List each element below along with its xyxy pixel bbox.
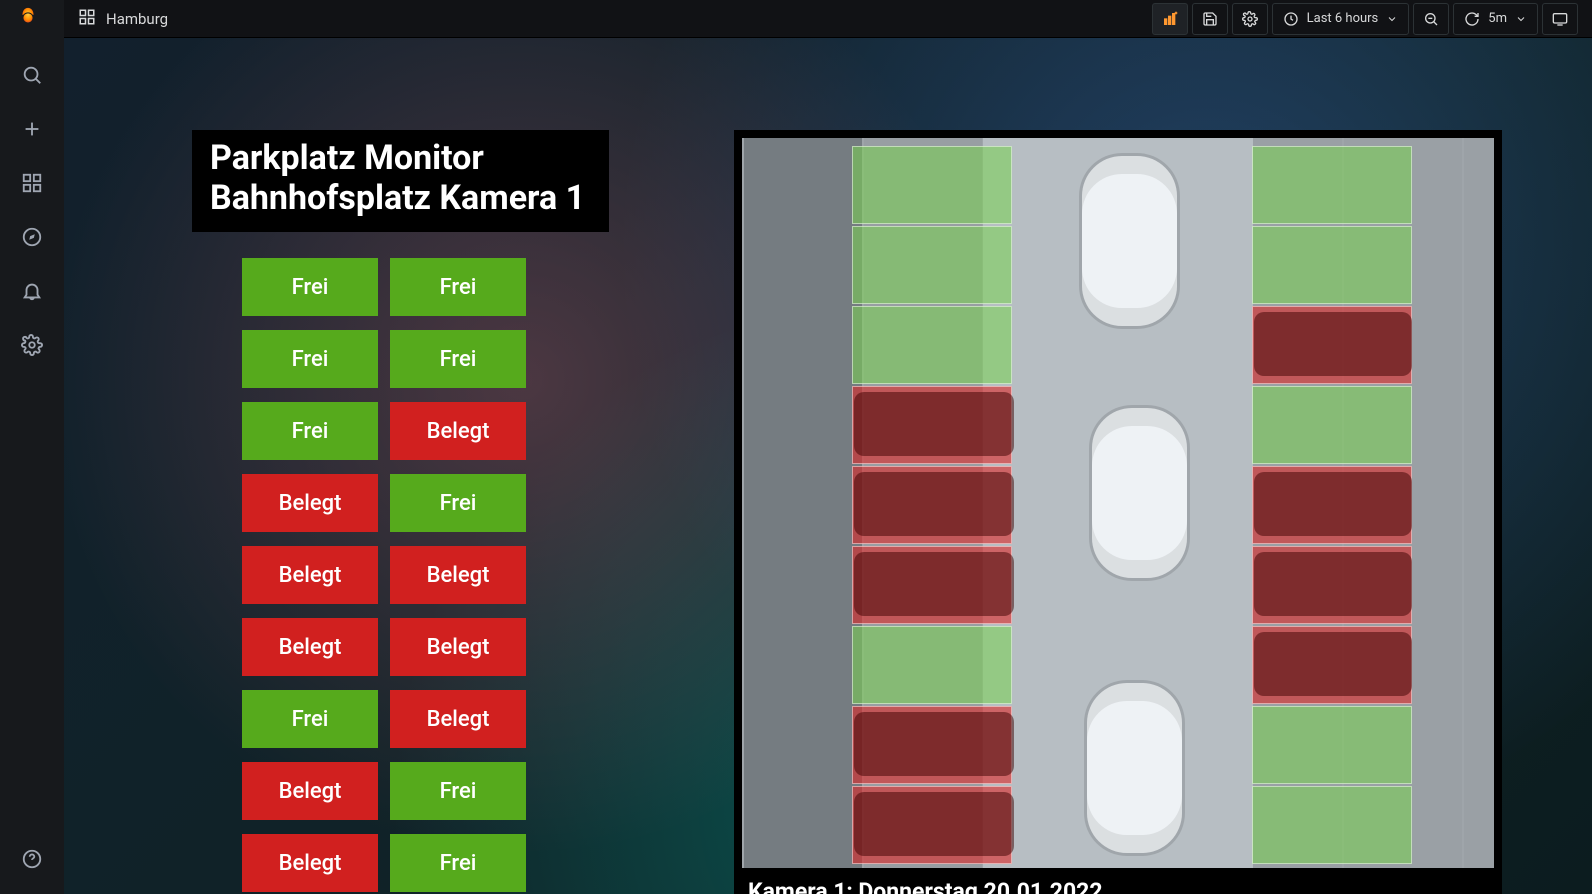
camera-slot-overlay	[852, 626, 1012, 704]
camera-slot-overlay	[1252, 786, 1412, 864]
status-tile: Belegt	[242, 762, 378, 820]
status-tile: Frei	[390, 762, 526, 820]
status-tile-grid: FreiFreiFreiFreiFreiBelegtBelegtFreiBele…	[242, 258, 526, 892]
create-icon[interactable]	[21, 118, 43, 144]
camera-caption: Kamera 1; Donnerstag 20.01.2022	[742, 868, 1494, 894]
camera-car-shape	[1254, 312, 1412, 376]
status-tile: Frei	[390, 330, 526, 388]
alerting-icon[interactable]	[21, 280, 43, 306]
search-icon[interactable]	[21, 64, 43, 90]
settings-button[interactable]	[1232, 3, 1268, 35]
status-tile: Frei	[390, 474, 526, 532]
camera-car-shape	[1254, 552, 1412, 616]
camera-car-shape	[854, 712, 1014, 776]
status-tile: Frei	[390, 834, 526, 892]
dashboard-canvas: Parkplatz Monitor Bahnhofsplatz Kamera 1…	[64, 38, 1592, 894]
camera-slot-overlay	[1252, 226, 1412, 304]
refresh-picker[interactable]: 5m	[1453, 3, 1538, 35]
status-tile: Belegt	[390, 402, 526, 460]
save-button[interactable]	[1192, 3, 1228, 35]
status-tile: Frei	[390, 258, 526, 316]
status-tile: Belegt	[390, 546, 526, 604]
status-tile: Belegt	[390, 618, 526, 676]
camera-car-shape	[854, 552, 1014, 616]
dashboard-grid-icon[interactable]	[78, 8, 96, 30]
topbar: Hamburg Last 6 hours 5m	[64, 0, 1592, 38]
title-line-2: Bahnhofsplatz Kamera 1	[210, 178, 585, 218]
time-range-label: Last 6 hours	[1307, 11, 1379, 26]
status-tile: Belegt	[242, 834, 378, 892]
refresh-interval-label: 5m	[1488, 11, 1507, 26]
status-tile: Belegt	[242, 618, 378, 676]
zoom-out-button[interactable]	[1413, 3, 1449, 35]
camera-image	[742, 138, 1494, 868]
camera-slot-overlay	[1252, 146, 1412, 224]
camera-slot-overlay	[852, 226, 1012, 304]
camera-slot-overlay	[852, 146, 1012, 224]
status-tile: Frei	[242, 690, 378, 748]
status-tile: Belegt	[390, 690, 526, 748]
add-panel-button[interactable]	[1152, 3, 1188, 35]
status-tile: Frei	[242, 258, 378, 316]
title-panel: Parkplatz Monitor Bahnhofsplatz Kamera 1	[192, 130, 609, 232]
config-icon[interactable]	[21, 334, 43, 360]
camera-car-shape	[1254, 632, 1412, 696]
explore-icon[interactable]	[21, 226, 43, 252]
grafana-logo-icon[interactable]	[17, 6, 47, 36]
camera-slot-overlay	[852, 306, 1012, 384]
tv-mode-button[interactable]	[1542, 3, 1578, 35]
status-tile: Frei	[242, 330, 378, 388]
camera-car-shape	[854, 392, 1014, 456]
nav-rail	[0, 0, 64, 894]
user-avatar-icon[interactable]	[19, 796, 45, 822]
status-tile: Belegt	[242, 474, 378, 532]
status-tile: Belegt	[242, 546, 378, 604]
title-line-1: Parkplatz Monitor	[210, 138, 585, 178]
camera-panel: Kamera 1; Donnerstag 20.01.2022	[734, 130, 1502, 894]
camera-car-shape	[854, 472, 1014, 536]
camera-slot-overlay	[1252, 706, 1412, 784]
help-icon[interactable]	[21, 848, 43, 874]
dashboards-icon[interactable]	[21, 172, 43, 198]
time-range-picker[interactable]: Last 6 hours	[1272, 3, 1410, 35]
status-tile: Frei	[242, 402, 378, 460]
dashboard-title[interactable]: Hamburg	[106, 10, 168, 28]
camera-slot-overlay	[1252, 386, 1412, 464]
camera-car-shape	[1254, 472, 1412, 536]
camera-car-shape	[854, 792, 1014, 856]
